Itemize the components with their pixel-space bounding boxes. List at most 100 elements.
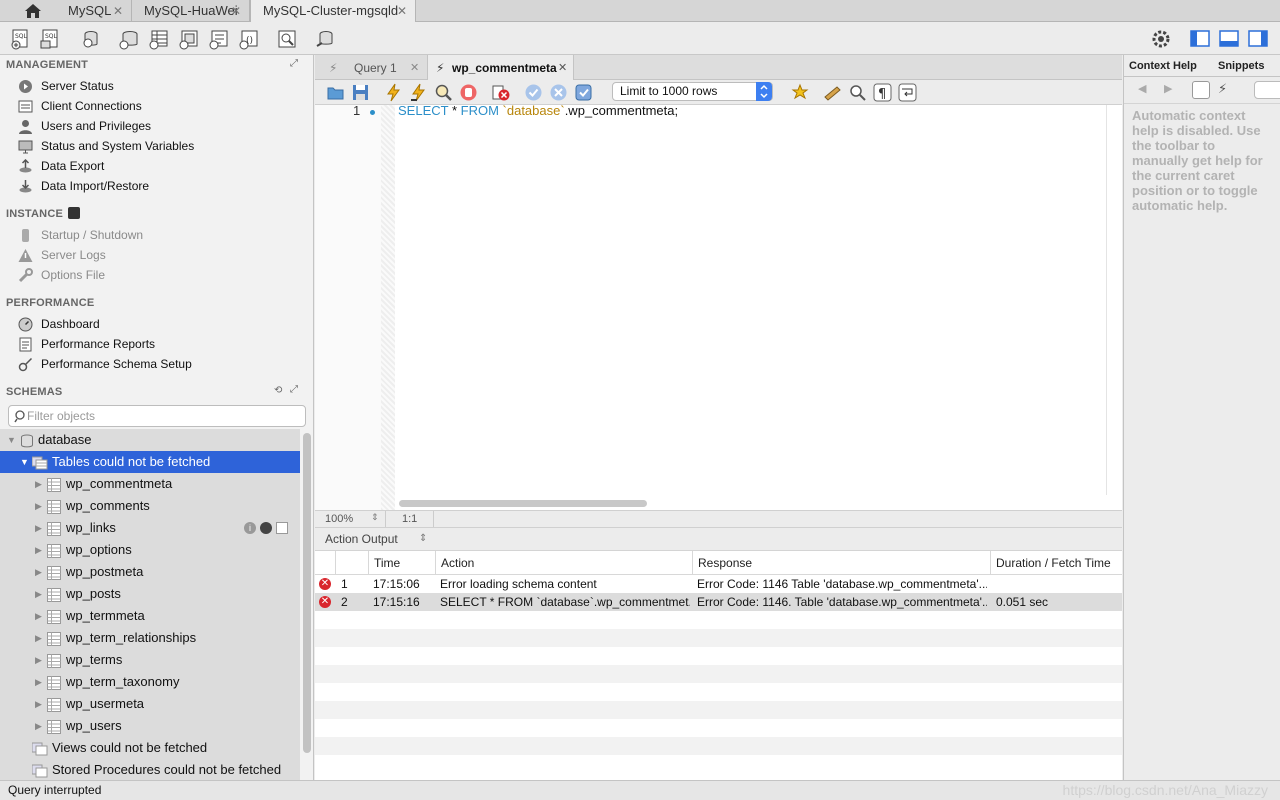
toggle-output-icon[interactable] bbox=[1218, 28, 1240, 50]
disclosure-closed-icon[interactable]: ▶ bbox=[35, 473, 42, 495]
procedures-group-label: Stored Procedures could not be fetched bbox=[52, 762, 282, 777]
explain-icon[interactable] bbox=[434, 83, 453, 102]
chevron-up-down-icon[interactable]: ⇕ bbox=[419, 528, 427, 550]
editor-horizontal-scrollbar[interactable] bbox=[399, 500, 647, 507]
disclosure-closed-icon[interactable]: ▶ bbox=[35, 495, 42, 517]
sql-editor[interactable]: 1 SELECT * FROM `database`.wp_commentmet… bbox=[315, 103, 1122, 510]
create-table-icon[interactable] bbox=[148, 28, 170, 50]
word-wrap-icon[interactable] bbox=[898, 83, 917, 102]
schema-filter-input[interactable] bbox=[27, 408, 297, 424]
close-icon[interactable]: ✕ bbox=[113, 0, 123, 22]
create-function-icon[interactable]: () bbox=[238, 28, 260, 50]
close-icon[interactable]: ✕ bbox=[231, 0, 241, 22]
schema-node-database[interactable]: ▼ database bbox=[0, 429, 300, 451]
info-icon[interactable]: i bbox=[244, 522, 256, 534]
home-icon[interactable] bbox=[22, 2, 44, 20]
chevron-up-down-icon[interactable]: ⇕ bbox=[371, 512, 379, 523]
tab-query-1[interactable]: ⚡ Query 1 ✕ bbox=[315, 55, 427, 80]
disclosure-closed-icon[interactable]: ▶ bbox=[35, 715, 42, 737]
table-row[interactable]: ▶ wp_options bbox=[0, 539, 300, 561]
table-row[interactable]: ▶ wp_term_taxonomy bbox=[0, 671, 300, 693]
refresh-icon[interactable]: ⟲ bbox=[274, 385, 282, 396]
rollback-icon[interactable] bbox=[549, 83, 568, 102]
column-header-time[interactable]: Time bbox=[369, 551, 436, 575]
disclosure-closed-icon[interactable]: ▶ bbox=[35, 561, 42, 583]
table-data-icon[interactable] bbox=[276, 522, 288, 534]
zoom-level[interactable]: 100% bbox=[325, 513, 353, 525]
disclosure-closed-icon[interactable]: ▶ bbox=[35, 627, 42, 649]
table-row[interactable]: ▶ wp_terms bbox=[0, 649, 300, 671]
disclosure-closed-icon[interactable]: ▶ bbox=[35, 693, 42, 715]
toggle-secondary-sidebar-icon[interactable] bbox=[1247, 28, 1269, 50]
disclosure-closed-icon[interactable]: ▶ bbox=[35, 539, 42, 561]
execute-current-icon[interactable] bbox=[409, 83, 428, 102]
disclosure-open-icon[interactable]: ▼ bbox=[7, 429, 16, 451]
expand-icon[interactable]: ⤢ bbox=[290, 58, 298, 69]
invisible-chars-icon[interactable]: ¶ bbox=[873, 83, 892, 102]
column-header-duration[interactable]: Duration / Fetch Time bbox=[991, 551, 1122, 575]
schema-filter-field[interactable] bbox=[8, 405, 306, 427]
close-icon[interactable]: ✕ bbox=[410, 55, 419, 82]
tables-group-node[interactable]: ▼ Tables could not be fetched bbox=[0, 451, 300, 473]
tab-wp-commentmeta[interactable]: ⚡ wp_commentmeta ✕ bbox=[427, 55, 574, 80]
table-row[interactable]: ▶ wp_users bbox=[0, 715, 300, 737]
execute-icon[interactable] bbox=[384, 83, 403, 102]
help-topic-select[interactable] bbox=[1254, 81, 1280, 99]
table-row[interactable]: ▶ wp_posts bbox=[0, 583, 300, 605]
open-sql-script-icon[interactable]: SQL bbox=[40, 28, 62, 50]
toggle-sidebar-icon[interactable] bbox=[1189, 28, 1211, 50]
close-icon[interactable]: ✕ bbox=[558, 55, 567, 82]
table-row[interactable]: ▶ wp_commentmeta bbox=[0, 473, 300, 495]
output-selector[interactable]: Action Output bbox=[325, 528, 398, 550]
schema-tree-scrollbar[interactable] bbox=[303, 433, 311, 753]
autocommit-icon[interactable] bbox=[574, 83, 593, 102]
inspector-icon[interactable] bbox=[80, 28, 102, 50]
views-group-node[interactable]: Views could not be fetched bbox=[0, 737, 300, 759]
limit-rows-select[interactable]: Limit to 1000 rows bbox=[612, 82, 773, 101]
procedures-group-node[interactable]: Stored Procedures could not be fetched bbox=[0, 759, 300, 780]
create-schema-icon[interactable] bbox=[118, 28, 140, 50]
forward-icon[interactable]: ▶ bbox=[1164, 82, 1172, 95]
table-row[interactable]: ✕ 1 17:15:06 Error loading schema content Er… bbox=[315, 575, 1122, 593]
connection-tab-mysql[interactable]: MySQL ✕ bbox=[56, 0, 132, 22]
disclosure-closed-icon[interactable]: ▶ bbox=[35, 517, 42, 539]
add-snippet-icon[interactable] bbox=[791, 83, 810, 102]
back-icon[interactable]: ◀ bbox=[1138, 82, 1146, 95]
disclosure-closed-icon[interactable]: ▶ bbox=[35, 649, 42, 671]
commit-icon[interactable] bbox=[524, 83, 543, 102]
beautify-icon[interactable] bbox=[823, 83, 842, 102]
table-row[interactable]: ▶ wp_links i bbox=[0, 517, 300, 539]
disclosure-closed-icon[interactable]: ▶ bbox=[35, 671, 42, 693]
wrench-icon[interactable] bbox=[260, 522, 272, 534]
table-row[interactable]: ▶ wp_term_relationships bbox=[0, 627, 300, 649]
column-header-response[interactable]: Response bbox=[693, 551, 991, 575]
open-folder-icon[interactable] bbox=[326, 83, 345, 102]
column-header-action[interactable]: Action bbox=[436, 551, 693, 575]
table-row[interactable]: ▶ wp_usermeta bbox=[0, 693, 300, 715]
find-icon[interactable] bbox=[848, 83, 867, 102]
gear-icon[interactable] bbox=[1150, 28, 1172, 50]
tab-context-help[interactable]: Context Help bbox=[1129, 55, 1197, 77]
auto-help-icon[interactable]: ⚡ bbox=[1218, 81, 1227, 97]
create-view-icon[interactable] bbox=[178, 28, 200, 50]
connection-tab-cluster[interactable]: MySQL-Cluster-mgsqld ✕ bbox=[250, 0, 416, 23]
table-row[interactable]: ▶ wp_termmeta bbox=[0, 605, 300, 627]
search-table-data-icon[interactable] bbox=[276, 28, 298, 50]
disclosure-closed-icon[interactable]: ▶ bbox=[35, 583, 42, 605]
new-sql-tab-icon[interactable]: SQL bbox=[10, 28, 32, 50]
reconnect-icon[interactable] bbox=[314, 28, 336, 50]
close-icon[interactable]: ✕ bbox=[397, 0, 407, 22]
toggle-error-stop-icon[interactable] bbox=[491, 83, 510, 102]
disclosure-open-icon[interactable]: ▼ bbox=[20, 451, 29, 473]
tab-snippets[interactable]: Snippets bbox=[1218, 55, 1264, 77]
save-icon[interactable] bbox=[351, 83, 370, 102]
connection-tab-huawei[interactable]: MySQL-HuaWei ✕ bbox=[132, 0, 250, 22]
table-row[interactable]: ▶ wp_comments bbox=[0, 495, 300, 517]
disclosure-closed-icon[interactable]: ▶ bbox=[35, 605, 42, 627]
manual-help-icon[interactable] bbox=[1192, 81, 1210, 99]
create-procedure-icon[interactable] bbox=[208, 28, 230, 50]
table-row[interactable]: ✕ 2 17:15:16 SELECT * FROM `database`.wp_co… bbox=[315, 593, 1122, 611]
table-row[interactable]: ▶ wp_postmeta bbox=[0, 561, 300, 583]
stop-icon[interactable] bbox=[459, 83, 478, 102]
expand-icon[interactable]: ⤢ bbox=[290, 384, 298, 395]
